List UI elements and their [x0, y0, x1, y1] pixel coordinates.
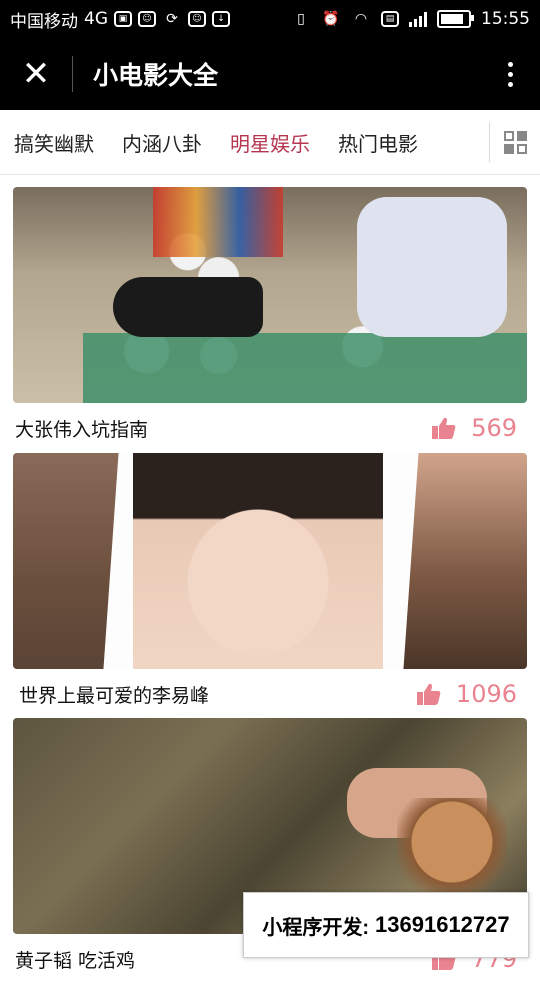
signal-icon [409, 11, 427, 27]
tab-humor[interactable]: 搞笑幽默 [14, 128, 94, 157]
card-meta: 世界上最可爱的李易峰 1096 [13, 669, 527, 719]
download-icon: ↓ [212, 11, 230, 27]
status-bar: 中国移动 4G ▣ ☺ ⟳ ☺ ↓ ▯ ⏰ ◠ ▤ 15:55 [0, 0, 540, 38]
status-bar-right: ▯ ⏰ ◠ ▤ 15:55 [291, 9, 540, 29]
like-button[interactable]: 569 [431, 414, 527, 442]
battery-icon [437, 10, 474, 28]
feed-card[interactable]: 世界上最可爱的李易峰 1096 [13, 453, 527, 719]
banner-label: 小程序开发: [262, 916, 370, 939]
close-icon: ✕ [21, 54, 51, 94]
thumbs-up-icon [416, 683, 441, 705]
bot-icon: ☺ [188, 11, 206, 27]
app-header: ✕ 小电影大全 [0, 38, 540, 110]
bot-icon: ☺ [138, 11, 156, 27]
wifi-icon: ◠ [354, 11, 368, 27]
like-count: 569 [471, 414, 517, 442]
grid-view-button[interactable] [489, 122, 540, 162]
promo-banner: 小程序开发: 13691612727 [243, 892, 529, 958]
sync-icon: ⟳ [166, 11, 178, 27]
card-thumbnail[interactable] [13, 187, 527, 403]
card-title: 世界上最可爱的李易峰 [19, 684, 210, 707]
status-bar-left: 中国移动 4G ▣ ☺ ⟳ ☺ ↓ [0, 7, 230, 32]
tab-celebrity[interactable]: 明星娱乐 [230, 128, 310, 157]
sim-icon: ▤ [381, 11, 399, 27]
tab-movies[interactable]: 热门电影 [338, 128, 418, 157]
like-button[interactable]: 1096 [416, 680, 527, 708]
thumbs-up-icon [432, 417, 456, 439]
header-divider [72, 56, 73, 92]
close-button[interactable]: ✕ [0, 38, 72, 110]
alarm-icon: ⏰ [322, 11, 340, 27]
more-vertical-icon [507, 61, 513, 67]
like-count: 1096 [455, 680, 517, 708]
card-title: 大张伟入坑指南 [15, 418, 149, 441]
banner-phone: 13691612727 [375, 912, 510, 937]
category-tabs: 搞笑幽默 内涵八卦 明星娱乐 热门电影 [0, 110, 540, 175]
network-label: 4G [84, 9, 108, 29]
more-button[interactable] [480, 38, 540, 110]
carrier-label: 中国移动 [10, 11, 78, 32]
clock: 15:55 [481, 9, 530, 29]
page-title: 小电影大全 [93, 61, 219, 90]
grid-icon [503, 130, 527, 154]
card-thumbnail[interactable] [13, 453, 527, 669]
feed-card[interactable]: 大张伟入坑指南 569 [13, 187, 527, 453]
vibrate-icon: ▯ [297, 11, 305, 27]
gallery-icon: ▣ [114, 11, 132, 27]
tab-gossip[interactable]: 内涵八卦 [122, 128, 202, 157]
card-meta: 大张伟入坑指南 569 [13, 403, 527, 453]
card-title: 黄子韬 吃活鸡 [15, 949, 136, 972]
